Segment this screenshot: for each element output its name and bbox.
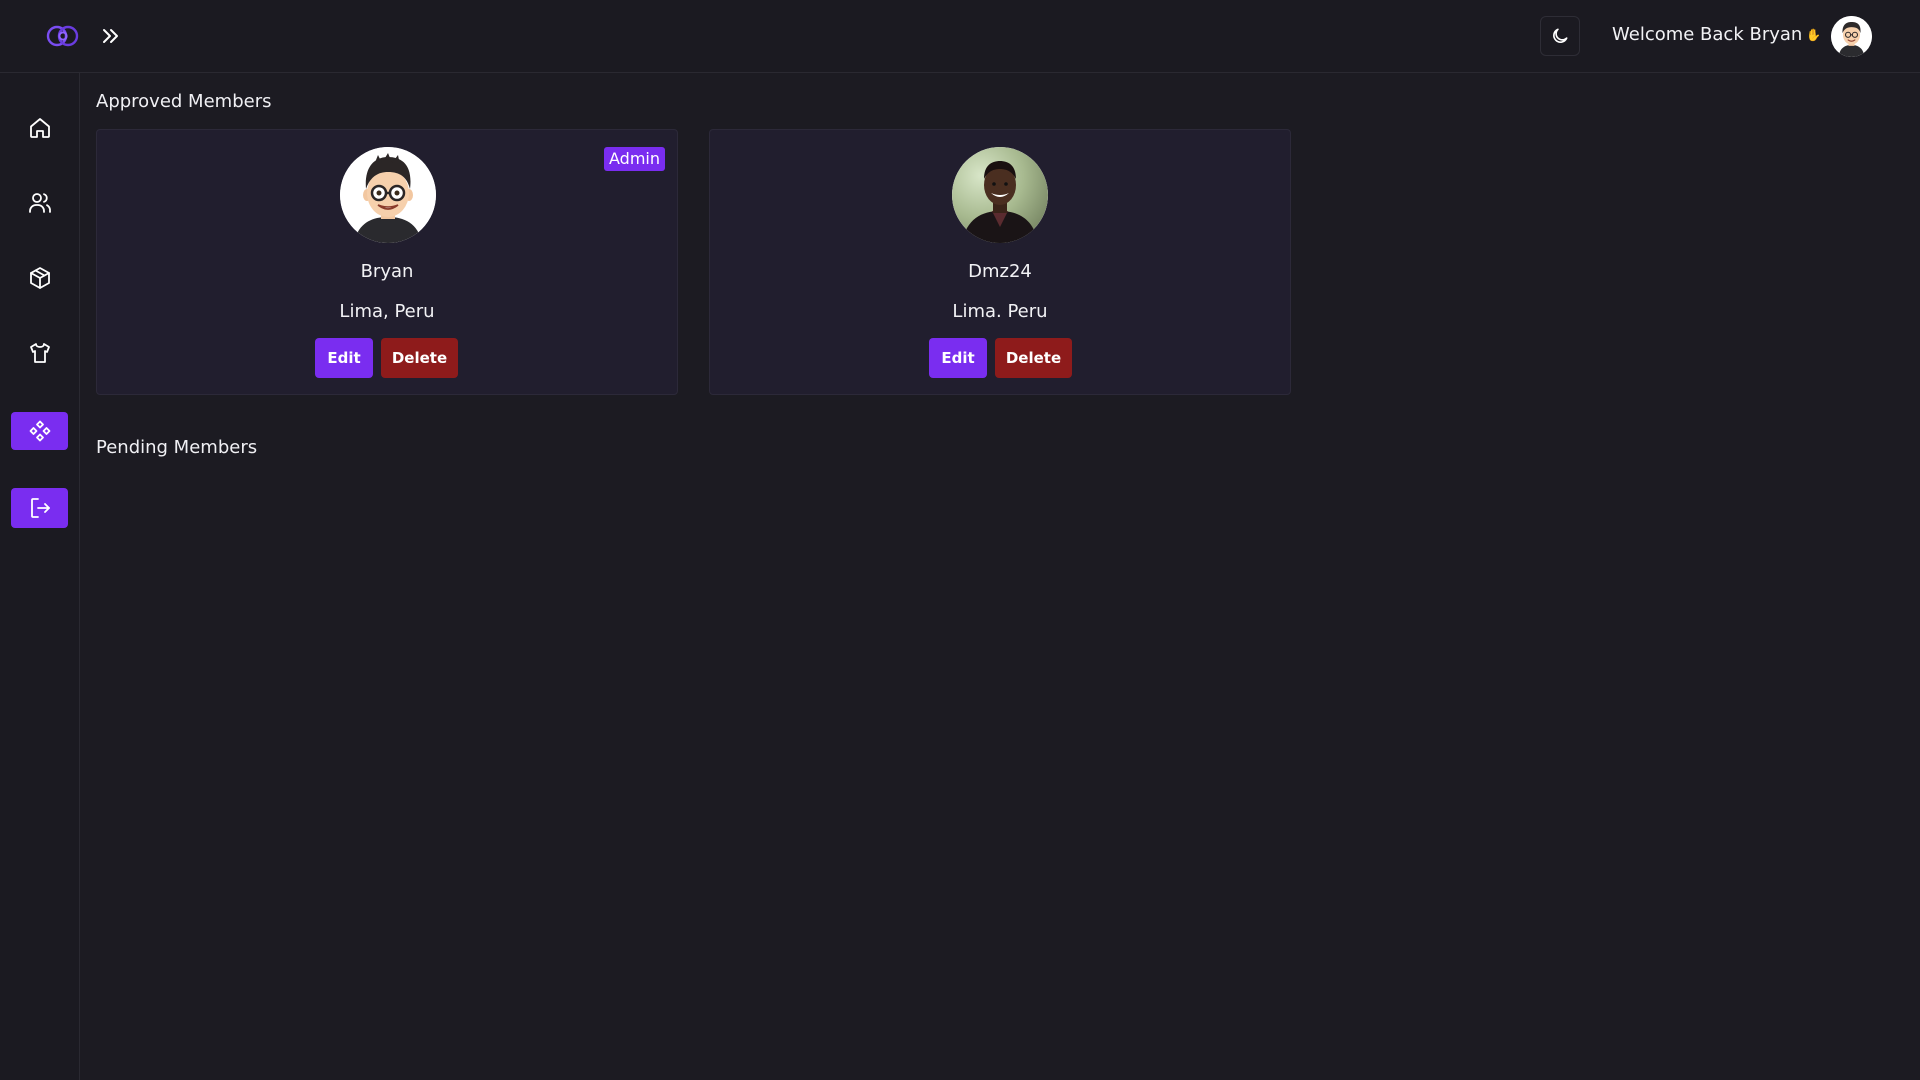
moon-icon <box>1553 28 1568 43</box>
home-icon <box>29 118 50 138</box>
avatar <box>340 147 436 243</box>
member-card: Admin Bryan Lima, Peru Edit Delete <box>96 129 678 395</box>
sidebar-item-packages[interactable] <box>11 259 68 297</box>
avatar <box>952 147 1048 243</box>
member-name: Dmz24 <box>968 261 1032 282</box>
theme-toggle-button[interactable] <box>1540 16 1580 56</box>
logout-icon <box>30 498 50 518</box>
sidebar <box>0 73 80 1080</box>
member-card: Dmz24 Lima. Peru Edit Delete <box>709 129 1291 395</box>
delete-button[interactable]: Delete <box>995 338 1072 378</box>
welcome-message: Welcome Back Bryan ✋ <box>1612 24 1821 45</box>
member-location: Lima, Peru <box>339 301 435 322</box>
sidebar-item-apparel[interactable] <box>11 334 68 372</box>
shirt-icon <box>29 343 50 363</box>
diamonds-icon <box>29 420 50 442</box>
admin-badge: Admin <box>604 147 665 171</box>
wave-hand-icon: ✋ <box>1806 27 1822 42</box>
member-name: Bryan <box>360 261 414 282</box>
approved-members-title: Approved Members <box>96 91 272 112</box>
infinity-logo-icon[interactable] <box>44 20 82 52</box>
pending-members-title: Pending Members <box>96 437 258 458</box>
sidebar-item-users[interactable] <box>11 184 68 222</box>
welcome-text: Welcome Back Bryan <box>1612 24 1803 45</box>
user-avatar[interactable] <box>1831 16 1872 57</box>
member-location: Lima. Peru <box>952 301 1048 322</box>
edit-button[interactable]: Edit <box>315 338 373 378</box>
top-bar: Welcome Back Bryan ✋ <box>0 0 1920 73</box>
edit-button[interactable]: Edit <box>929 338 987 378</box>
sidebar-item-components[interactable] <box>11 412 68 450</box>
sidebar-item-logout[interactable] <box>11 488 68 528</box>
users-icon <box>28 193 51 213</box>
box-icon <box>29 267 50 289</box>
chevrons-right-icon[interactable] <box>98 24 122 48</box>
sidebar-item-home[interactable] <box>11 109 68 147</box>
delete-button[interactable]: Delete <box>381 338 458 378</box>
